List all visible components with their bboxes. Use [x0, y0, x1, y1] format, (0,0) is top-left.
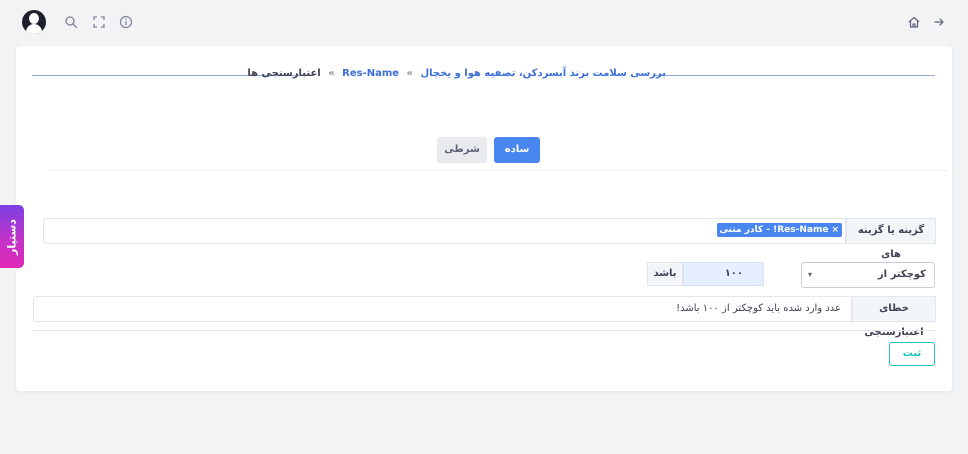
main-card: بررسی سلامت برند آبسردکن، تصفیه هوا و یخ…: [16, 46, 952, 391]
tab-conditional[interactable]: شرطی: [437, 137, 487, 163]
assistant-side-tab[interactable]: دستیار: [0, 205, 24, 268]
error-message-label: خطای اعتبارسنجی: [852, 296, 936, 338]
arrow-right-icon[interactable]: [932, 15, 946, 29]
chevron-down-icon: ▾: [808, 270, 813, 279]
selected-option-tag: ×Res-Name! - کادر متنی: [716, 223, 842, 237]
user-avatar[interactable]: [22, 10, 46, 34]
tag-remove-icon[interactable]: ×: [831, 225, 839, 235]
selected-option-label: Res-Name! - کادر متنی: [719, 225, 829, 235]
info-icon[interactable]: [119, 15, 133, 29]
breadcrumb-item-validations: اعتبارسنجی ها: [247, 68, 321, 79]
error-message-input[interactable]: عدد وارد شده باید کوچکتر از ۱۰۰ باشد!: [33, 296, 852, 322]
home-icon[interactable]: [907, 15, 921, 29]
breadcrumb-item-res-name[interactable]: Res-Name: [342, 68, 399, 79]
tabs-divider: [48, 170, 948, 171]
compare-suffix-label: باشد: [647, 262, 683, 286]
submit-button[interactable]: ثبت: [889, 342, 935, 366]
options-label: گزینه یا گزینه های: [846, 218, 936, 260]
breadcrumb-line-right: [653, 75, 935, 76]
operator-select[interactable]: کوچکتر از ▾: [801, 262, 935, 288]
top-bar: [0, 0, 968, 44]
breadcrumb-separator: »: [406, 68, 414, 79]
options-multiselect[interactable]: ×Res-Name! - کادر متنی: [43, 218, 846, 244]
breadcrumb: بررسی سلامت برند آبسردکن، تصفیه هوا و یخ…: [247, 67, 666, 81]
operator-value: کوچکتر از: [877, 269, 926, 280]
fullscreen-icon[interactable]: [92, 15, 106, 29]
validation-type-tabs: ساده شرطی: [16, 137, 952, 163]
tab-simple[interactable]: ساده: [494, 137, 540, 163]
search-icon[interactable]: [64, 15, 78, 29]
form-divider: [33, 330, 936, 331]
compare-value-input[interactable]: ۱۰۰: [683, 262, 764, 286]
assistant-label: دستیار: [5, 218, 19, 255]
breadcrumb-separator: »: [328, 68, 335, 79]
breadcrumb-item-survey[interactable]: بررسی سلامت برند آبسردکن، تصفیه هوا و یخ…: [421, 68, 667, 79]
